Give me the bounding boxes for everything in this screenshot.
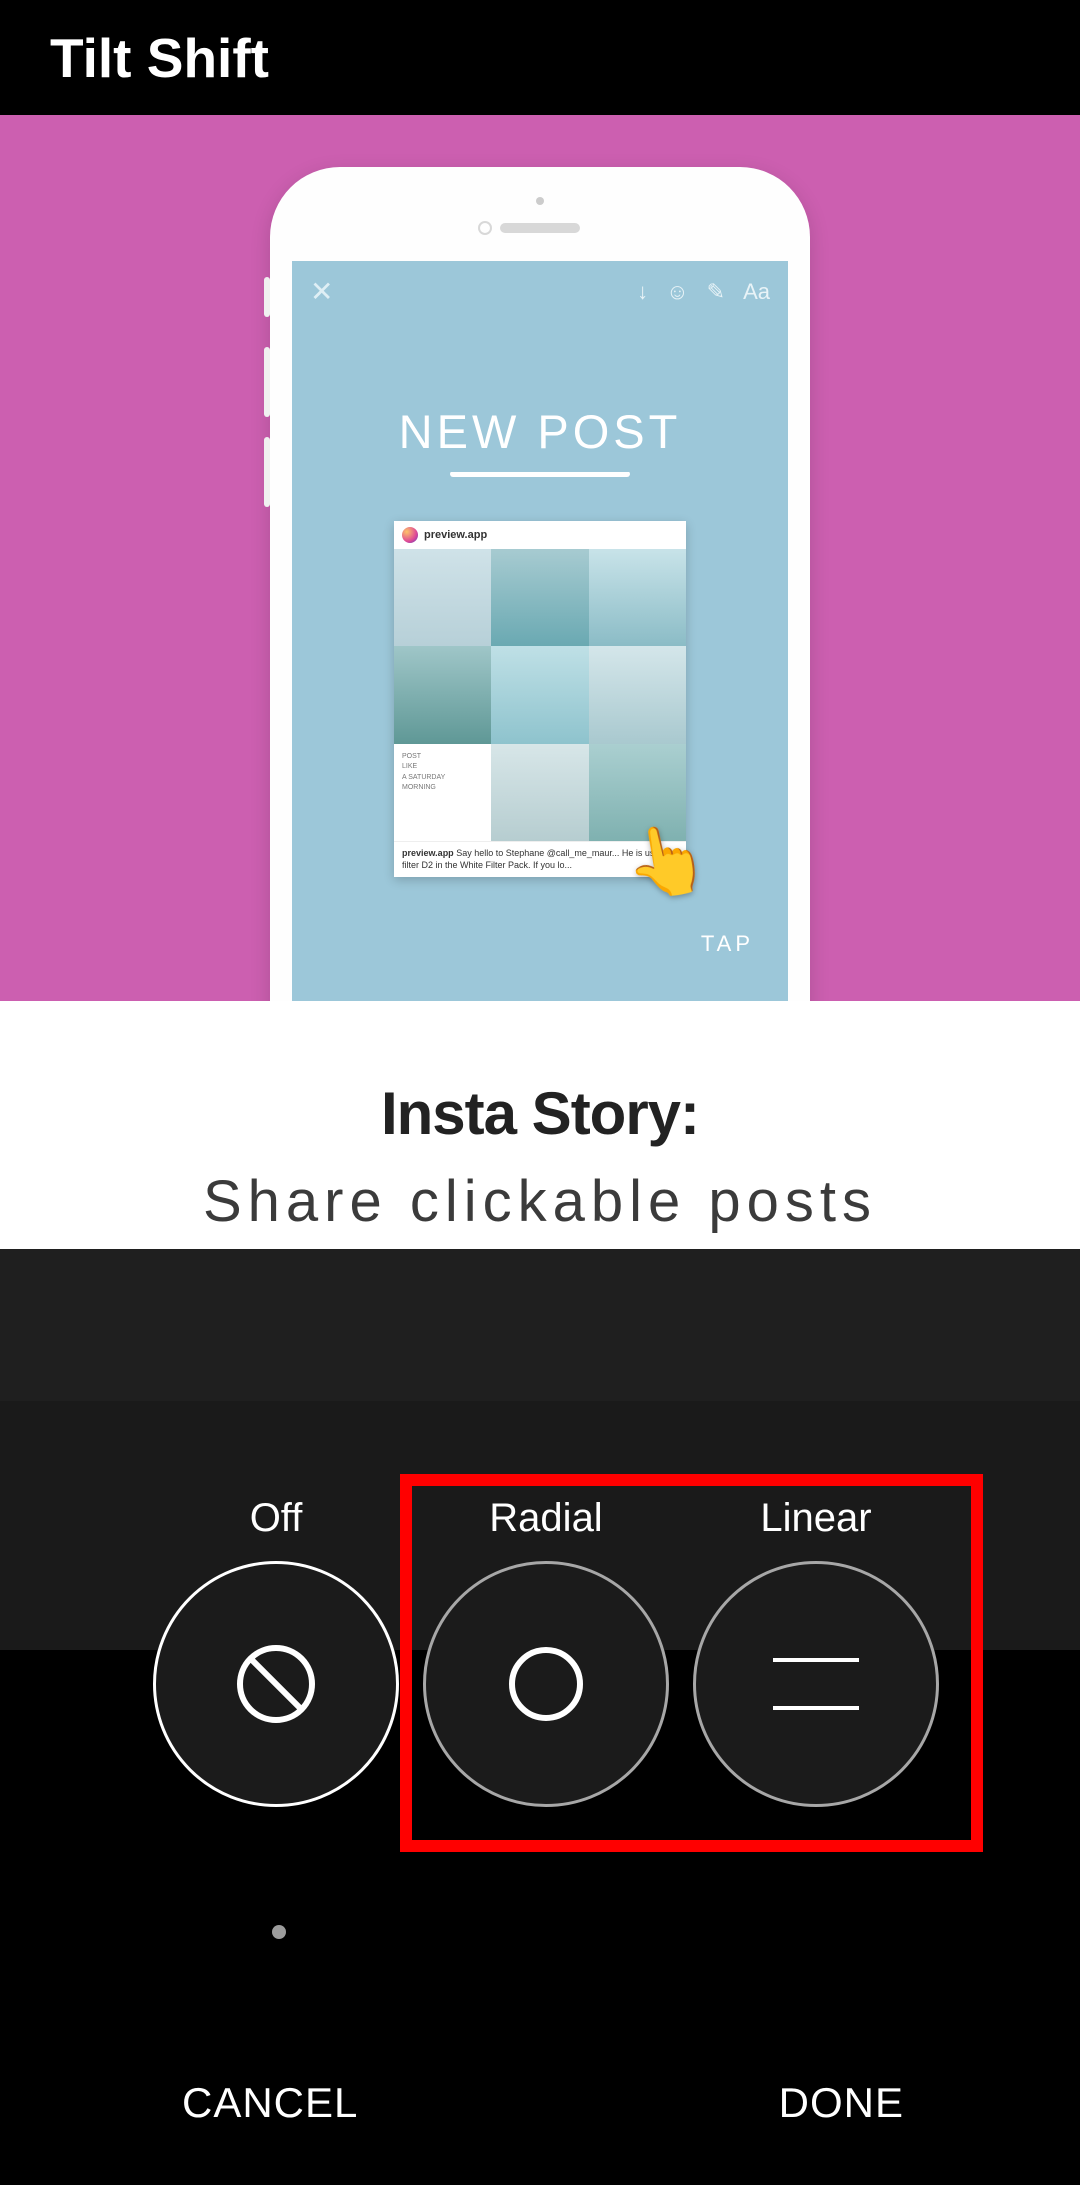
tap-label: TAP — [701, 931, 754, 957]
grid-cell — [491, 549, 588, 646]
phone-speaker — [500, 223, 580, 233]
avatar-icon — [402, 527, 418, 543]
close-icon: ✕ — [310, 275, 333, 308]
story-headline: NEW POST — [292, 404, 788, 459]
image-preview[interactable]: ✕ ↓ ☺ ✎ Aa NEW POST preview.app — [0, 115, 1080, 1650]
grid-cell — [491, 744, 588, 841]
linear-icon — [693, 1561, 939, 1807]
option-label: Radial — [489, 1496, 602, 1541]
phone-camera-dot — [536, 197, 544, 205]
grid-cell — [394, 549, 491, 646]
option-label: Linear — [760, 1496, 871, 1541]
sticker-icon: ☺ — [666, 279, 688, 305]
headline-underline — [450, 471, 630, 477]
caption-subtitle: Share clickable posts — [0, 1168, 1080, 1235]
caption-title: Insta Story: — [0, 1079, 1080, 1148]
page-indicator-dot — [272, 1925, 286, 1939]
story-topbar: ✕ ↓ ☺ ✎ Aa — [292, 261, 788, 308]
phone-home-dot — [478, 221, 492, 235]
option-linear[interactable]: Linear — [686, 1496, 946, 1807]
story-tool-icons: ↓ ☺ ✎ Aa — [637, 279, 770, 305]
grid-cell-text: POST LIKE A SATURDAY MORNING — [394, 744, 491, 841]
option-radial[interactable]: Radial — [416, 1496, 676, 1807]
option-off[interactable]: Off — [146, 1496, 406, 1807]
grid-cell — [589, 549, 686, 646]
option-label: Off — [250, 1496, 303, 1541]
header: Tilt Shift — [0, 0, 1080, 115]
grid-cell — [589, 646, 686, 743]
phone-side-button — [264, 347, 270, 417]
cancel-button[interactable]: CANCEL — [182, 2079, 358, 2127]
phone-screen: ✕ ↓ ☺ ✎ Aa NEW POST preview.app — [292, 261, 788, 1021]
tilt-shift-options: Off Radial Linear — [0, 1496, 1080, 1807]
card-username: preview.app — [424, 529, 487, 541]
grid-cell — [491, 646, 588, 743]
photo-grid: POST LIKE A SATURDAY MORNING — [394, 549, 686, 841]
grid-cell — [394, 646, 491, 743]
text-icon: Aa — [743, 279, 770, 305]
pointing-hand-icon: 👆 — [618, 814, 715, 907]
card-header: preview.app — [394, 521, 686, 549]
preview-background: ✕ ↓ ☺ ✎ Aa NEW POST preview.app — [0, 115, 1080, 1001]
off-icon — [153, 1561, 399, 1807]
done-button[interactable]: DONE — [779, 2079, 904, 2127]
page-title: Tilt Shift — [50, 26, 269, 90]
phone-side-button — [264, 277, 270, 317]
download-icon: ↓ — [637, 279, 648, 305]
footer: CANCEL DONE — [0, 2020, 1080, 2185]
phone-side-button — [264, 437, 270, 507]
pen-icon: ✎ — [707, 279, 725, 305]
radial-icon — [423, 1561, 669, 1807]
